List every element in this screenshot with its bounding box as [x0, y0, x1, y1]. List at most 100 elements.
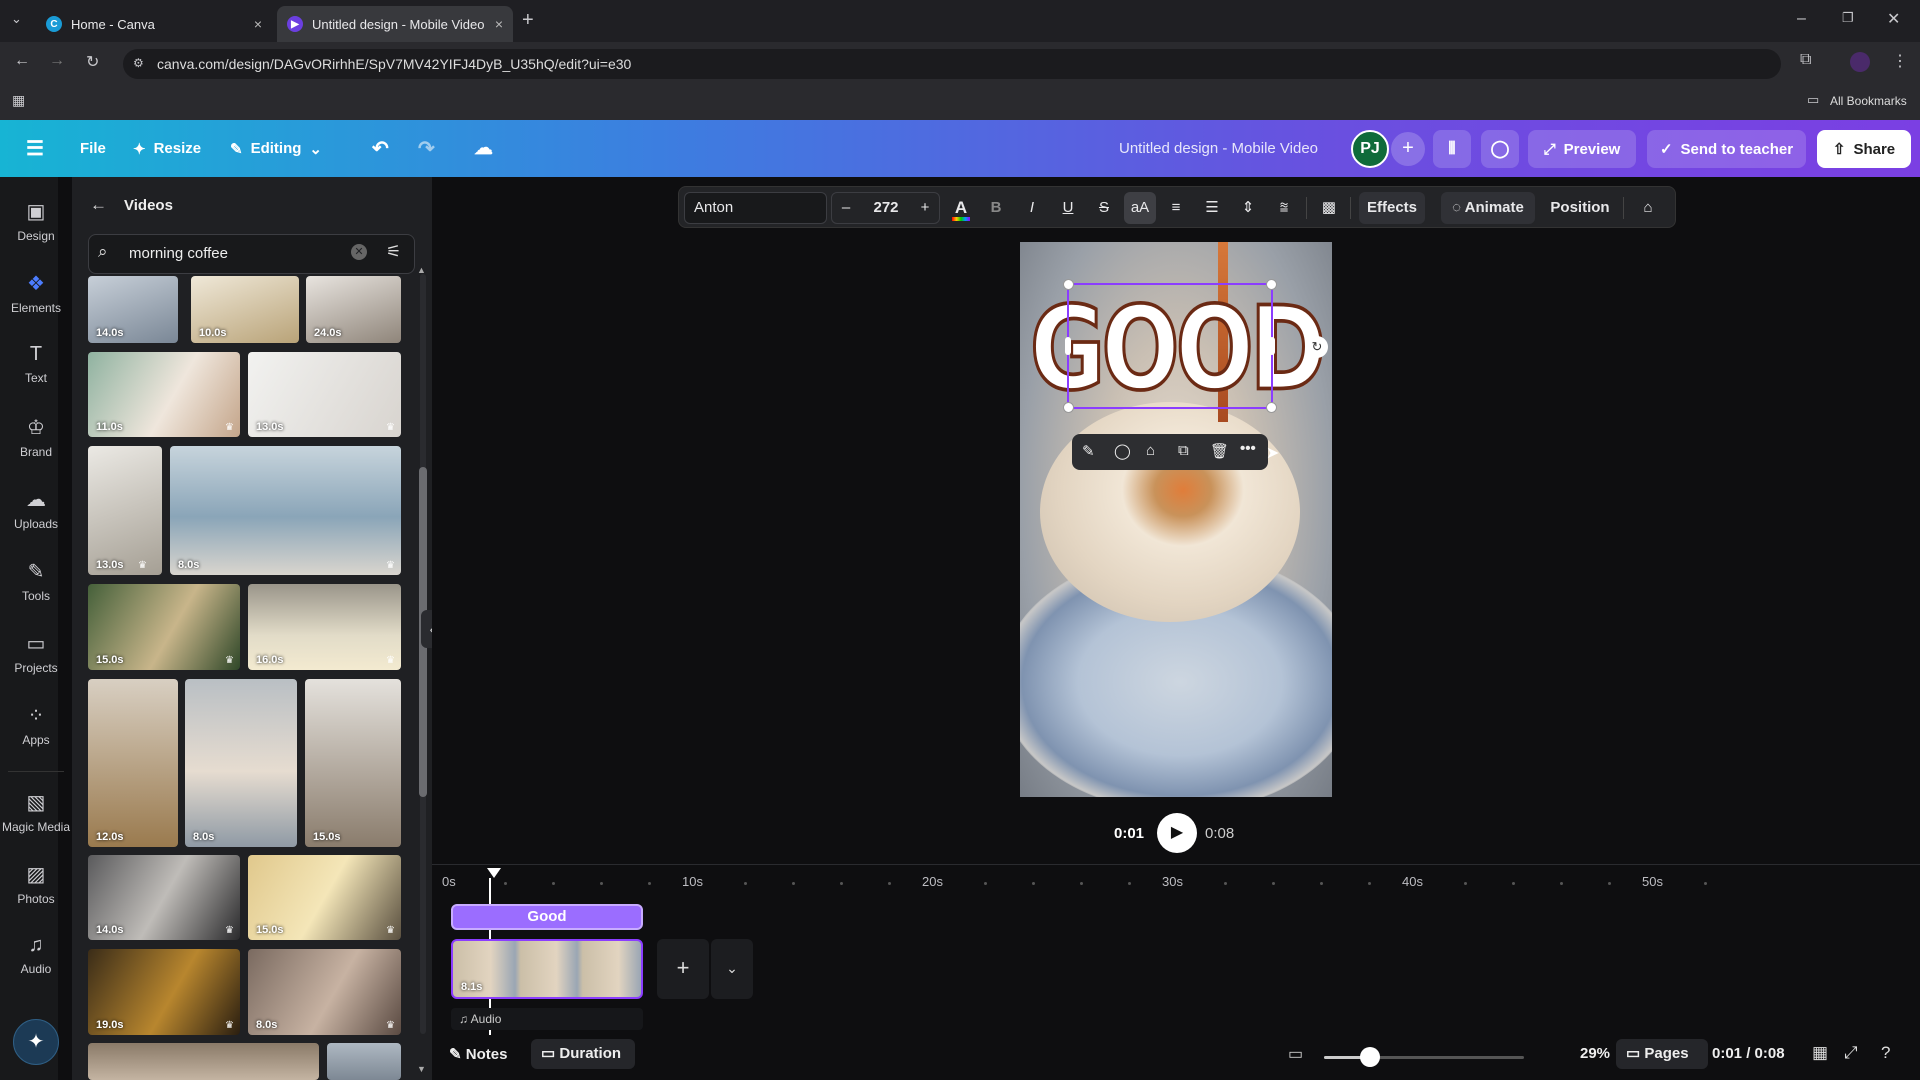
add-collaborator-icon[interactable]: +	[1391, 132, 1425, 166]
filter-sliders-icon[interactable]: ⚟	[386, 242, 401, 262]
video-thumbnail[interactable]: 11.0s ♛	[88, 352, 240, 437]
more-options-icon[interactable]: •••	[1240, 440, 1256, 457]
video-thumbnail[interactable]: 14.0s ♛	[88, 855, 240, 940]
undo-icon[interactable]: ↶	[372, 120, 389, 177]
rail-item-magic-media[interactable]: ▧ Magic Media	[0, 790, 72, 834]
tab-untitled-design[interactable]: ▶ Untitled design - Mobile Video ×	[277, 6, 513, 42]
url-field[interactable]: canva.com/design/DAGvORirhhE/SpV7MV42YIF…	[123, 49, 1781, 79]
rail-item-elements[interactable]: ❖ Elements	[0, 271, 72, 315]
zoom-level[interactable]: 29%	[1580, 1045, 1610, 1062]
video-track-clip[interactable]: 8.1s	[451, 939, 643, 999]
effects-button[interactable]: Effects	[1359, 192, 1425, 224]
add-page-button[interactable]: +	[657, 939, 709, 999]
video-thumbnail[interactable]: 12.0s	[88, 679, 178, 847]
underline-button[interactable]: U	[1053, 187, 1083, 229]
video-thumbnail[interactable]: 24.0s	[306, 276, 401, 343]
increase-font-size-button[interactable]: +	[913, 187, 937, 229]
reload-icon[interactable]: ↻	[86, 52, 99, 72]
send-to-teacher-button[interactable]: ✓ Send to teacher	[1647, 130, 1806, 168]
profile-avatar[interactable]	[1850, 52, 1870, 72]
restore-window-icon[interactable]: ❐	[1842, 10, 1854, 26]
tab-home-canva[interactable]: C Home - Canva ×	[36, 6, 272, 42]
text-selection-frame[interactable]	[1063, 279, 1277, 413]
close-window-icon[interactable]: ✕	[1887, 9, 1900, 29]
rail-item-projects[interactable]: ▭ Projects	[0, 631, 72, 675]
audio-track[interactable]: ♫ Audio	[451, 1008, 643, 1030]
new-tab-button[interactable]: +	[522, 9, 534, 32]
site-info-icon[interactable]: ⚙	[133, 56, 144, 70]
video-thumbnail[interactable]	[327, 1043, 401, 1080]
side-handle[interactable]	[1065, 337, 1071, 355]
design-title[interactable]: Untitled design - Mobile Video	[1119, 120, 1318, 177]
extensions-icon[interactable]: ⧉	[1800, 51, 1811, 69]
insights-icon[interactable]: ⫴	[1433, 130, 1471, 168]
comment-icon[interactable]: ◯	[1481, 130, 1519, 168]
italic-button[interactable]: I	[1017, 187, 1047, 229]
video-thumbnail[interactable]: 13.0s ♛	[248, 352, 401, 437]
video-thumbnail[interactable]: 15.0s	[305, 679, 401, 847]
video-thumbnail[interactable]: 10.0s	[191, 276, 299, 343]
video-thumbnail[interactable]: 8.0s	[185, 679, 297, 847]
zoom-slider-knob[interactable]	[1360, 1047, 1380, 1067]
user-avatar[interactable]: PJ	[1351, 130, 1389, 168]
format-painter-icon[interactable]: ⌂	[1633, 187, 1663, 229]
rail-item-brand[interactable]: ♔ Brand	[0, 415, 72, 459]
rail-item-uploads[interactable]: ☁ Uploads	[0, 487, 72, 531]
notes-button[interactable]: ✎ Notes	[449, 1045, 507, 1063]
duplicate-icon[interactable]: ⧉	[1178, 442, 1189, 459]
text-color-button[interactable]: A	[946, 187, 976, 229]
video-thumbnail[interactable]	[88, 1043, 319, 1080]
resize-handle[interactable]	[1266, 402, 1277, 413]
main-menu-icon[interactable]: ☰	[26, 120, 44, 177]
preview-button[interactable]: ⤢ Preview	[1528, 130, 1636, 168]
tab-close-icon[interactable]: ×	[495, 16, 503, 32]
rail-item-apps[interactable]: ⁘ Apps	[0, 703, 72, 747]
back-icon[interactable]: ←	[14, 52, 30, 70]
comment-add-icon[interactable]: ◯	[1114, 442, 1131, 460]
apps-grid-icon[interactable]: ▦	[12, 92, 25, 109]
scroll-up-icon[interactable]: ▲	[417, 265, 426, 275]
resize-button[interactable]: ✦ Resize	[133, 120, 201, 177]
video-thumbnail[interactable]: 15.0s ♛	[88, 584, 240, 670]
forward-icon[interactable]: →	[49, 52, 65, 70]
text-effects-icon[interactable]: ⩰	[1269, 187, 1299, 229]
animate-button[interactable]: ◌ Animate	[1441, 192, 1535, 224]
tab-close-icon[interactable]: ×	[254, 16, 262, 32]
spacing-icon[interactable]: ⇕	[1233, 187, 1263, 229]
pages-button[interactable]: ▭ Pages	[1616, 1039, 1708, 1069]
clear-search-icon[interactable]: ✕	[351, 244, 367, 260]
fullscreen-icon[interactable]: ⤢	[1844, 1043, 1858, 1063]
rail-item-design[interactable]: ▣ Design	[0, 199, 72, 243]
resize-handle[interactable]	[1063, 402, 1074, 413]
cloud-save-icon[interactable]: ☁	[474, 120, 493, 177]
rail-item-text[interactable]: T Text	[0, 343, 72, 385]
resize-handle[interactable]	[1063, 279, 1074, 290]
bold-button[interactable]: B	[981, 187, 1011, 229]
font-family-dropdown[interactable]: Anton	[684, 192, 827, 224]
grid-view-icon[interactable]: ▦	[1812, 1043, 1828, 1063]
duration-button[interactable]: ▭ Duration	[531, 1039, 635, 1069]
text-track-clip[interactable]: Good	[451, 904, 643, 930]
position-button[interactable]: Position	[1545, 187, 1615, 229]
rail-item-photos[interactable]: ▨ Photos	[0, 862, 72, 906]
delete-trash-icon[interactable]: 🗑	[1210, 442, 1229, 460]
page-options-chevron-icon[interactable]: ⌄	[711, 939, 753, 999]
video-thumbnail[interactable]: 16.0s ♛	[248, 584, 401, 670]
tab-list-chevron-icon[interactable]: ⌄	[11, 11, 22, 27]
rotate-handle-icon[interactable]: ↻	[1306, 336, 1328, 358]
scroll-down-icon[interactable]: ▼	[417, 1064, 426, 1074]
rail-item-tools[interactable]: ✎ Tools	[0, 559, 72, 603]
align-center-icon[interactable]: ≡	[1161, 187, 1191, 229]
video-thumbnail[interactable]: 13.0s ♛	[88, 446, 162, 575]
all-bookmarks-link[interactable]: All Bookmarks	[1830, 94, 1907, 108]
help-icon[interactable]: ?	[1881, 1043, 1890, 1063]
side-handle[interactable]	[1269, 337, 1275, 355]
font-size-input[interactable]: 272	[861, 187, 911, 229]
decrease-font-size-button[interactable]: –	[834, 187, 858, 229]
share-button[interactable]: ⇧ Share	[1817, 130, 1911, 168]
magic-edit-icon[interactable]: ✎	[1082, 442, 1095, 460]
lock-icon[interactable]: ⌂	[1146, 442, 1155, 459]
zoom-slider-track[interactable]	[1324, 1047, 1524, 1067]
video-thumbnail[interactable]: 15.0s ♛	[248, 855, 401, 940]
magic-assistant-icon[interactable]: ✦	[13, 1019, 59, 1065]
